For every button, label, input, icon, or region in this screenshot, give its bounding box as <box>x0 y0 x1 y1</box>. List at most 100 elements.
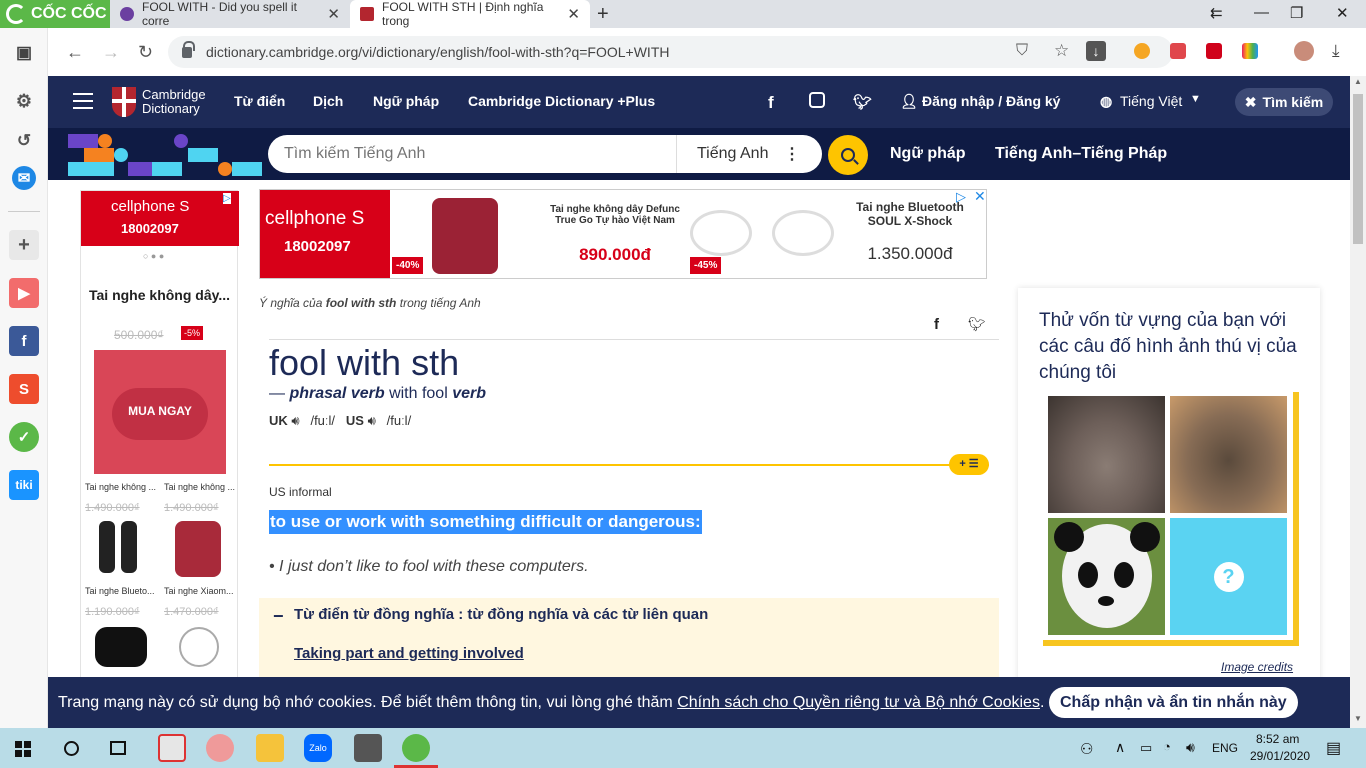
tab-spellcheck[interactable]: FOOL WITH - Did you spell it corre ✕ <box>110 0 350 28</box>
search-toggle-button[interactable]: ✖ Tìm kiếm <box>1235 88 1333 116</box>
reload-icon[interactable]: ↻ <box>138 42 153 63</box>
facebook-icon[interactable]: f <box>768 93 774 113</box>
adchoices-icon[interactable]: ▷ <box>223 193 231 204</box>
adchoices-icon[interactable]: ▷ <box>956 189 966 205</box>
volume-icon[interactable]: 🔊︎ <box>1186 739 1195 756</box>
scroll-down-icon[interactable]: ▼ <box>1354 714 1362 723</box>
coccoc-app-icon[interactable]: ✓ <box>9 422 39 452</box>
ad-item-image[interactable] <box>95 627 147 667</box>
extension-chrome-icon[interactable] <box>1134 43 1150 59</box>
share-facebook-icon[interactable]: f <box>934 316 939 333</box>
maximize-icon[interactable]: ❐ <box>1290 4 1303 22</box>
tiki-icon[interactable]: tiki <box>9 470 39 500</box>
close-ad-icon[interactable]: ✕ <box>974 188 986 205</box>
dictionary-select[interactable]: Tiếng Anh ⋮ <box>676 135 822 173</box>
language-select[interactable]: Tiếng Việt <box>1120 93 1182 109</box>
quiz-image-panda[interactable] <box>1048 518 1165 635</box>
sidebar-toggle-icon[interactable]: ▣ <box>9 38 39 68</box>
ad-item-image[interactable] <box>179 627 219 667</box>
search-input[interactable] <box>268 145 676 163</box>
people-icon[interactable]: ⚇ <box>1080 740 1093 758</box>
quiz-image-seal[interactable] <box>1170 396 1287 513</box>
back-icon[interactable]: ← <box>66 42 84 63</box>
youtube-icon[interactable]: ▶ <box>9 278 39 308</box>
grammar-link[interactable]: Ngữ pháp <box>890 145 966 163</box>
extension-color-icon[interactable] <box>1242 43 1258 59</box>
extension-adblock-icon[interactable] <box>1170 43 1186 59</box>
english-french-link[interactable]: Tiếng Anh–Tiếng Pháp <box>995 145 1167 163</box>
share-twitter-icon[interactable]: 🐦︎ <box>968 316 986 333</box>
facebook-icon[interactable]: f <box>9 326 39 356</box>
cambridge-logo[interactable]: Cambridge Dictionary <box>112 87 206 117</box>
uk-audio-icon[interactable]: 🔊︎ <box>291 413 299 428</box>
download-icon[interactable]: ⤓ <box>1332 41 1340 61</box>
tab-search-icon[interactable]: ⇇ <box>1210 4 1223 22</box>
windows-start-icon[interactable] <box>15 741 31 757</box>
cookie-policy-link[interactable]: Chính sách cho Quyền riêng tư và Bộ nhớ … <box>677 694 1040 712</box>
ad-cta-button[interactable]: MUA NGAY <box>94 404 226 418</box>
accept-cookies-button[interactable]: Chấp nhận và ẩn tin nhắn này <box>1049 687 1298 718</box>
settings-icon[interactable]: ⚙ <box>9 86 39 116</box>
shield-icon[interactable]: ⛉ <box>1016 42 1028 60</box>
image-credits-link[interactable]: Image credits <box>1221 660 1293 674</box>
forward-icon[interactable]: → <box>102 42 120 63</box>
tab-cambridge[interactable]: FOOL WITH STH | Định nghĩa trong ✕ <box>350 0 590 28</box>
ad-item-image[interactable] <box>121 521 137 573</box>
add-to-wordlist-button[interactable]: + ☰ <box>949 454 989 475</box>
zalo-icon[interactable]: Zalo <box>304 734 332 762</box>
close-window-icon[interactable]: ✕ <box>1336 4 1349 22</box>
carousel-dots[interactable]: ○ ● ● <box>143 251 164 261</box>
clock-time[interactable]: 8:52 am <box>1256 732 1299 746</box>
close-tab-icon[interactable]: ✕ <box>567 5 580 23</box>
scrollbar[interactable]: ▲ ▼ <box>1350 76 1366 728</box>
scrollbar-thumb[interactable] <box>1353 94 1363 244</box>
nav-plus[interactable]: Cambridge Dictionary +Plus <box>468 93 655 109</box>
address-bar[interactable]: dictionary.cambridge.org/vi/dictionary/e… <box>168 36 1173 68</box>
extension-red-icon[interactable] <box>1206 43 1222 59</box>
clock-date[interactable]: 29/01/2020 <box>1250 749 1310 763</box>
coccoc-taskbar-icon[interactable] <box>402 734 430 762</box>
history-icon[interactable]: ↺ <box>9 126 39 156</box>
top-ad[interactable]: cellphone S 18002097 -40% Tai nghe không… <box>259 188 987 279</box>
collapse-icon[interactable]: − <box>273 606 284 627</box>
coccoc-logo[interactable]: CỐC CỐC <box>0 0 110 28</box>
nav-grammar[interactable]: Ngữ pháp <box>373 93 439 109</box>
file-explorer-icon[interactable] <box>256 734 284 762</box>
profile-avatar[interactable] <box>1294 41 1314 61</box>
menu-icon[interactable] <box>73 93 93 109</box>
new-tab-icon[interactable]: + <box>597 3 609 26</box>
task-view-icon[interactable] <box>110 741 126 755</box>
more-options-icon[interactable]: ⋮ <box>784 144 800 164</box>
bookmark-star-icon[interactable]: ☆ <box>1054 41 1069 61</box>
chevron-down-icon[interactable]: ▼ <box>1190 93 1201 105</box>
network-icon[interactable]: ◔ <box>1163 739 1171 754</box>
messenger-icon[interactable]: ✉ <box>12 166 36 190</box>
ad-item-image[interactable] <box>99 521 115 573</box>
taskbar-app-icon[interactable] <box>206 734 234 762</box>
shopee-icon[interactable]: S <box>9 374 39 404</box>
nav-dictionary[interactable]: Từ điển <box>234 93 285 109</box>
left-ad[interactable]: cellphone S 18002097 ▷ ○ ● ● Tai nghe kh… <box>80 190 239 728</box>
thesaurus-link[interactable]: Taking part and getting involved <box>294 645 524 662</box>
search-icon[interactable] <box>64 741 79 756</box>
quiz-image-mystery[interactable]: ? <box>1170 518 1287 635</box>
us-audio-icon[interactable]: 🔊︎ <box>368 413 376 428</box>
tray-expand-icon[interactable]: ∧ <box>1115 739 1125 756</box>
nav-translate[interactable]: Dịch <box>313 93 343 109</box>
input-language[interactable]: ENG <box>1212 741 1238 755</box>
instagram-icon[interactable] <box>809 92 825 108</box>
search-button[interactable] <box>828 135 868 175</box>
download-page-icon[interactable]: ↓ <box>1086 41 1106 61</box>
close-tab-icon[interactable]: ✕ <box>327 5 340 23</box>
taskbar-app-icon[interactable] <box>158 734 186 762</box>
taskbar-app-icon[interactable] <box>354 734 382 762</box>
ad-item-image[interactable] <box>175 521 221 577</box>
login-link[interactable]: Đăng nhập / Đăng ký <box>922 93 1060 109</box>
ad-product-image[interactable]: MUA NGAY <box>94 350 226 474</box>
battery-icon[interactable]: ▭ <box>1140 740 1152 756</box>
scroll-up-icon[interactable]: ▲ <box>1354 77 1362 86</box>
minimize-icon[interactable]: — <box>1254 4 1269 21</box>
add-app-icon[interactable]: + <box>9 230 39 260</box>
quiz-image-hippo[interactable] <box>1048 396 1165 513</box>
twitter-icon[interactable]: 🐦︎ <box>853 93 872 111</box>
